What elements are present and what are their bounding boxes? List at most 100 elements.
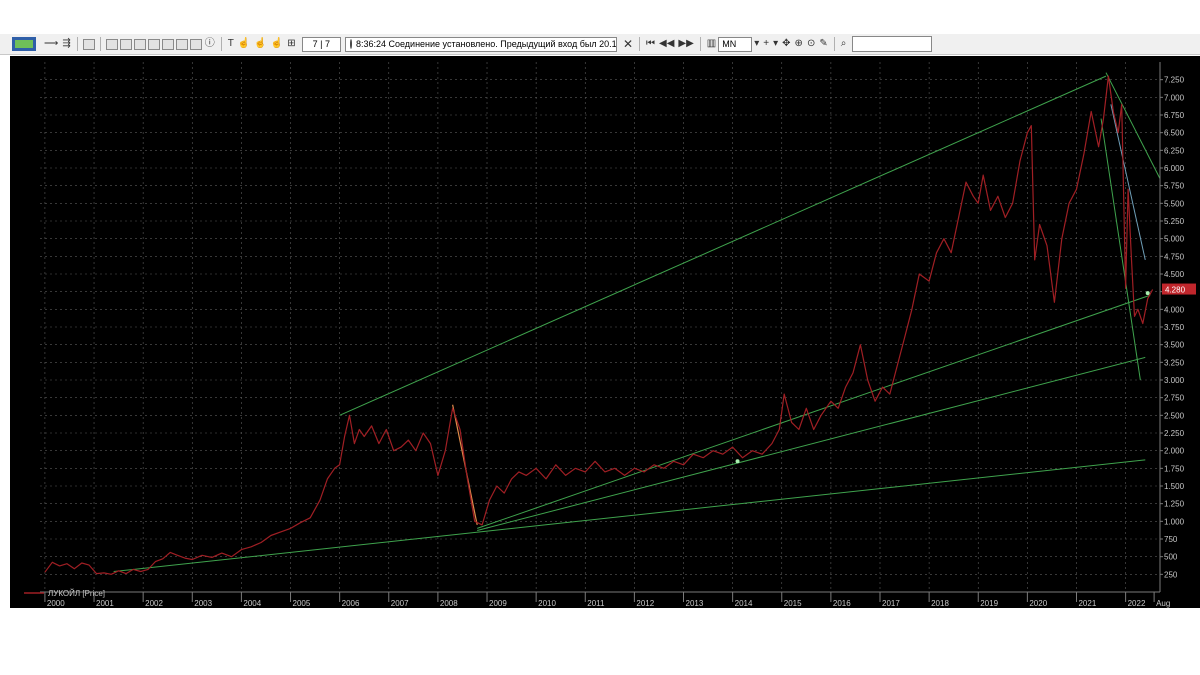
toolbar-separator	[639, 37, 641, 51]
zoom-window-icon[interactable]	[175, 38, 188, 50]
x-tick-label: 2001	[96, 599, 114, 608]
status-dropdown[interactable]: 8:36:24 Соединение установлено. Предыдущ…	[344, 36, 617, 52]
anchor-marker	[1145, 291, 1150, 296]
close-icon[interactable]: ✕	[623, 38, 633, 50]
trendline-layer	[113, 72, 1161, 573]
hand-icon[interactable]: ☝	[254, 38, 266, 50]
legend-label: ЛУКОЙЛ [Price]	[48, 589, 105, 598]
left-side-strip	[0, 56, 10, 608]
chevron-down-icon[interactable]: ▾	[754, 38, 759, 50]
y-tick-label: 6.250	[1164, 146, 1185, 155]
toolbar-separator	[76, 37, 78, 51]
toolbar-separator	[220, 37, 222, 51]
previous-page-icon[interactable]: ◀◀	[659, 38, 674, 50]
y-tick-label: 5.250	[1164, 217, 1185, 226]
page-indicator[interactable]: 7 | 7	[301, 36, 341, 52]
pencil-icon[interactable]: ✎	[819, 38, 827, 50]
legend: ЛУКОЙЛ [Price]	[24, 589, 105, 598]
chevron-down-icon[interactable]: ▾	[773, 38, 778, 50]
current-price-label: 4.280	[1165, 286, 1186, 295]
next-page-icon[interactable]: ▶▶	[678, 38, 693, 50]
toolbar-separator	[833, 37, 835, 51]
x-tick-label: 2014	[735, 599, 753, 608]
x-tick-label: 2018	[931, 599, 949, 608]
x-tick-label: 2012	[636, 599, 654, 608]
y-tick-label: 3.750	[1164, 323, 1185, 332]
crosshair-icon[interactable]: +	[763, 38, 769, 50]
anchor-marker	[735, 459, 740, 464]
y-axis: 250 500 750 1.000 1.250 1.500 1.750 2.000 2.250 2…	[1159, 62, 1196, 592]
x-tick-label: 2017	[882, 599, 900, 608]
bar-chart-icon[interactable]: ▥	[707, 38, 716, 50]
x-axis: 2000 2001 2002 2003 2004 2005 2006 2007 2008 2009…	[40, 591, 1170, 608]
price-chart[interactable]: 250 500 750 1.000 1.250 1.500 1.750 2.000 2.250 2…	[10, 56, 1200, 608]
y-tick-label: 3.500	[1164, 341, 1185, 350]
hand-icon[interactable]: ☝	[238, 38, 250, 50]
toolbar-separator	[99, 37, 101, 51]
text-tool-icon[interactable]: T	[228, 38, 234, 50]
y-tick-label: 6.500	[1164, 129, 1185, 138]
trendline-drop-a	[1105, 72, 1161, 179]
x-tick-label: Aug	[1156, 599, 1170, 608]
chart-area[interactable]: 250 500 750 1.000 1.250 1.500 1.750 2.000 2.250 2…	[10, 56, 1200, 608]
info-icon[interactable]: ⓘ	[205, 38, 215, 50]
x-tick-label: 2004	[243, 599, 261, 608]
trendline-fan-mid	[477, 356, 1146, 532]
y-tick-label: 4.000	[1164, 305, 1185, 314]
y-tick-label: 3.000	[1164, 376, 1185, 385]
window-icon[interactable]	[189, 38, 202, 50]
y-tick-label: 4.500	[1164, 270, 1185, 279]
y-tick-label: 500	[1164, 553, 1178, 562]
y-tick-label: 2.500	[1164, 411, 1185, 420]
first-page-icon[interactable]: ⏮	[646, 38, 655, 50]
circle-icon[interactable]: ⊙	[807, 38, 815, 50]
y-tick-label: 7.000	[1164, 93, 1185, 102]
y-tick-label: 750	[1164, 535, 1178, 544]
y-tick-label: 5.000	[1164, 235, 1185, 244]
x-tick-label: 2013	[686, 599, 704, 608]
hand-icon[interactable]: ☝	[271, 38, 283, 50]
move-icon[interactable]: ✥	[782, 38, 790, 50]
x-tick-label: 2009	[489, 599, 507, 608]
y-tick-label: 6.750	[1164, 111, 1185, 120]
refresh-icon[interactable]	[82, 38, 95, 50]
window-icon[interactable]	[119, 38, 132, 50]
trendline-lower-base	[113, 459, 1146, 573]
y-tick-label: 1.500	[1164, 482, 1185, 491]
y-tick-label: 1.250	[1164, 500, 1185, 509]
clock-icon	[349, 39, 352, 49]
status-message: 8:36:24 Соединение установлено. Предыдущ…	[355, 38, 617, 49]
y-tick-label: 5.750	[1164, 182, 1185, 191]
y-tick-label: 4.750	[1164, 252, 1185, 261]
x-tick-label: 2008	[440, 599, 458, 608]
x-tick-label: 2005	[293, 599, 311, 608]
y-tick-label: 5.500	[1164, 199, 1185, 208]
grid-layer	[40, 62, 1160, 592]
table-icon[interactable]	[147, 38, 160, 50]
x-tick-label: 2010	[538, 599, 556, 608]
grid-icon[interactable]: ⊞	[287, 38, 295, 50]
x-tick-label: 2016	[833, 599, 851, 608]
search-input[interactable]	[852, 36, 933, 52]
x-tick-label: 2021	[1078, 599, 1096, 608]
arrow-right-icon[interactable]: ⟶	[44, 38, 58, 50]
y-tick-label: 2.250	[1164, 429, 1185, 438]
go-icon[interactable]: ⇶	[62, 38, 70, 50]
window-icon[interactable]	[133, 38, 146, 50]
y-tick-label: 3.250	[1164, 358, 1185, 367]
x-tick-label: 2011	[587, 599, 605, 608]
x-tick-label: 2015	[784, 599, 802, 608]
y-tick-label: 7.250	[1164, 76, 1185, 85]
series-layer	[44, 75, 1154, 575]
y-tick-label: 1.000	[1164, 517, 1185, 526]
x-tick-label: 2022	[1128, 599, 1146, 608]
window-icon[interactable]	[105, 38, 118, 50]
y-tick-label: 6.000	[1164, 164, 1185, 173]
zoom-window-icon[interactable]	[161, 38, 174, 50]
trendline-drop-c	[1110, 104, 1146, 260]
trendline-upper-channel	[339, 75, 1107, 416]
target-icon[interactable]: ⊕	[795, 38, 803, 50]
y-tick-label: 250	[1164, 570, 1178, 579]
toolbar-separator	[699, 37, 701, 51]
timeframe-select[interactable]: MN	[718, 36, 753, 52]
